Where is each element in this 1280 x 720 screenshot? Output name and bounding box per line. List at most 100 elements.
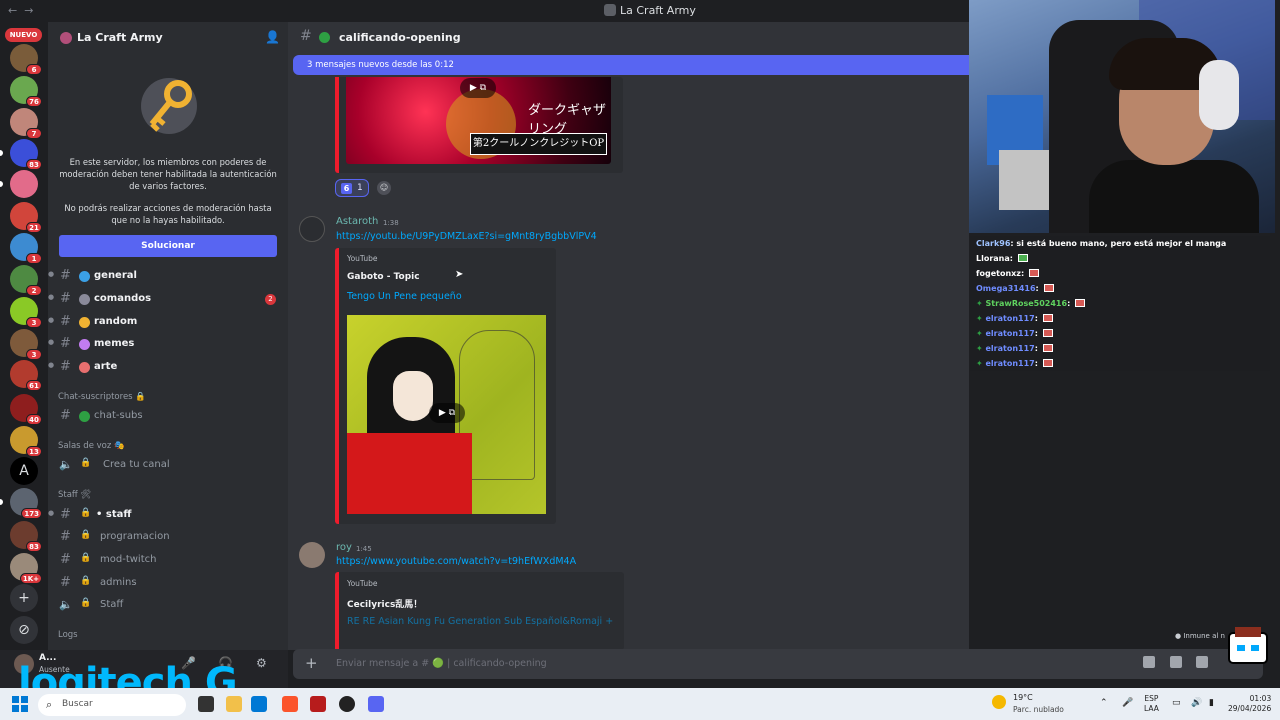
server-icon[interactable]: 83 bbox=[0, 139, 42, 170]
server-icon[interactable]: 1K+ bbox=[10, 553, 42, 584]
new-messages-bar[interactable]: 3 mensajes nuevos desde las 0:12 bbox=[293, 55, 969, 75]
channel-item-general[interactable]: ● # general bbox=[48, 266, 288, 286]
taskbar-clock[interactable]: 01:03 29/04/2026 bbox=[1228, 694, 1271, 714]
message-author[interactable]: Astaroth bbox=[336, 216, 378, 227]
server-icon[interactable]: 61 bbox=[10, 360, 42, 391]
chat-text: : si está bueno mano, pero está mejor el… bbox=[1010, 239, 1227, 248]
channel-item-memes[interactable]: ● # memes bbox=[48, 334, 288, 354]
message-link[interactable]: https://www.youtube.com/watch?v=t9hEfWXd… bbox=[336, 556, 576, 567]
chat-user: elraton117 bbox=[985, 314, 1035, 323]
avatar[interactable] bbox=[299, 216, 325, 242]
channel-item-chat-subs[interactable]: # chat-subs bbox=[48, 406, 288, 426]
webcam-art bbox=[999, 150, 1049, 210]
channel-label: Crea tu canal bbox=[103, 459, 170, 470]
channel-label: mod-twitch bbox=[100, 554, 157, 565]
back-arrow-icon[interactable]: ← → bbox=[8, 4, 33, 17]
gear-icon[interactable]: ⚙ bbox=[256, 656, 267, 670]
avatar[interactable] bbox=[299, 542, 325, 568]
brave-browser-icon[interactable] bbox=[282, 696, 298, 712]
chat-user: elraton117 bbox=[985, 329, 1035, 338]
server-icon[interactable]: 6 bbox=[10, 44, 42, 75]
server-icon[interactable]: A bbox=[10, 457, 38, 485]
server-icon[interactable]: 13 bbox=[10, 426, 42, 457]
obs-icon[interactable] bbox=[339, 696, 355, 712]
embed-provider: YouTube bbox=[347, 579, 378, 588]
solve-button[interactable]: Solucionar bbox=[59, 235, 277, 257]
category-staff[interactable]: Staff 🛠 bbox=[58, 490, 91, 500]
server-icon[interactable]: 83 bbox=[10, 521, 42, 552]
battery-icon[interactable]: ▮ bbox=[1209, 698, 1214, 708]
channel-item-programacion[interactable]: # 🔒 programacion bbox=[48, 527, 288, 547]
bullet-icon: ● bbox=[48, 293, 55, 301]
mention-badge: 13 bbox=[26, 446, 42, 457]
server-icon[interactable]: 173 bbox=[0, 488, 42, 519]
file-explorer-icon[interactable] bbox=[226, 696, 242, 712]
video-thumbnail[interactable]: ダークギャザリング 第2クールノンクレジットOP ▶ ⧉ bbox=[346, 77, 611, 164]
channel-header: # calificando-opening bbox=[288, 22, 969, 54]
server-icon[interactable]: 76 bbox=[10, 76, 42, 107]
embed-author[interactable]: Gaboto - Topic bbox=[347, 272, 420, 282]
add-reaction-icon[interactable]: ☺ bbox=[377, 181, 391, 195]
chevron-up-icon[interactable]: ⌃ bbox=[1100, 698, 1108, 708]
server-icon[interactable]: 40 bbox=[10, 394, 42, 425]
volume-icon[interactable]: 🔊 bbox=[1191, 698, 1202, 708]
invite-icon[interactable]: 👤 bbox=[265, 30, 280, 44]
voice-channel-create[interactable]: 🔈 🔒 Crea tu canal bbox=[48, 455, 288, 475]
windows-start-icon[interactable] bbox=[12, 696, 28, 712]
channel-item-random[interactable]: ● # random bbox=[48, 312, 288, 332]
play-icon[interactable]: ▶ ⧉ bbox=[429, 403, 465, 423]
server-icon[interactable]: 1 bbox=[10, 233, 42, 264]
message-author[interactable]: roy bbox=[336, 542, 352, 553]
server-icon[interactable]: 2 bbox=[10, 265, 42, 296]
channel-emoji-icon bbox=[79, 317, 90, 328]
category-logs[interactable]: Logs bbox=[58, 630, 78, 640]
channel-item-admins[interactable]: # 🔒 admins bbox=[48, 573, 288, 593]
discord-icon[interactable] bbox=[368, 696, 384, 712]
chat-text: : bbox=[1009, 254, 1016, 263]
server-icon[interactable]: 21 bbox=[10, 202, 42, 233]
channel-emoji-icon bbox=[79, 362, 90, 373]
mention-badge: 83 bbox=[26, 541, 42, 552]
add-server-icon[interactable]: + bbox=[10, 584, 38, 612]
channel-item-arte[interactable]: ● # arte bbox=[48, 357, 288, 377]
sticker-icon[interactable] bbox=[1196, 656, 1208, 668]
hash-icon: # bbox=[60, 408, 71, 423]
lock-icon: 🔒 bbox=[80, 508, 92, 518]
channel-item-staff[interactable]: ● # 🔒 • staff bbox=[48, 505, 288, 525]
voice-channel-staff[interactable]: 🔈 🔒 Staff bbox=[48, 595, 288, 615]
message-composer[interactable]: + Enviar mensaje a # 🟢 | calificando-ope… bbox=[293, 649, 1263, 679]
embed-author[interactable]: Cecilyrics乱馬！ bbox=[347, 597, 422, 610]
language-indicator[interactable]: ESP LAA bbox=[1144, 694, 1159, 714]
gift-icon[interactable] bbox=[1143, 656, 1155, 668]
app-icon[interactable] bbox=[310, 696, 326, 712]
network-icon[interactable]: ▭ bbox=[1172, 698, 1181, 708]
play-icon[interactable]: ▶ ⧉ bbox=[460, 78, 496, 98]
channel-item-mod-twitch[interactable]: # 🔒 mod-twitch bbox=[48, 550, 288, 570]
server-header[interactable]: La Craft Army ⌄ 👤 bbox=[48, 22, 288, 54]
category-chat-subs[interactable]: Chat-suscriptores 🔒 bbox=[58, 392, 146, 402]
embed-title[interactable]: Tengo Un Pene pequeño bbox=[347, 291, 462, 302]
server-icon[interactable]: 7 bbox=[10, 108, 42, 139]
attach-plus-icon[interactable]: + bbox=[305, 654, 318, 672]
channel-label: • staff bbox=[96, 509, 132, 520]
gif-icon[interactable] bbox=[1170, 656, 1182, 668]
store-icon[interactable] bbox=[251, 696, 267, 712]
search-placeholder: Buscar bbox=[62, 699, 93, 709]
channel-item-comandos[interactable]: ● # comandos 2 bbox=[48, 289, 288, 309]
message-input[interactable]: Enviar mensaje a # 🟢 | calificando-openi… bbox=[336, 658, 547, 669]
hash-icon: # bbox=[60, 359, 71, 374]
server-icon[interactable]: 3 bbox=[10, 297, 42, 328]
microphone-icon[interactable]: 🎤 bbox=[1122, 698, 1133, 708]
embed-title[interactable]: RE RE Asian Kung Fu Generation Sub Españ… bbox=[347, 616, 613, 627]
discover-icon[interactable]: ⊘ bbox=[10, 616, 38, 644]
chat-user: elraton117 bbox=[985, 359, 1035, 368]
reaction-button[interactable]: 6 1 bbox=[335, 179, 369, 197]
message-link[interactable]: https://youtu.be/U9PyDMZLaxE?si=gMnt8ryB… bbox=[336, 231, 597, 242]
server-icon[interactable]: 3 bbox=[10, 329, 42, 360]
youtube-embed: YouTube Cecilyrics乱馬！ RE RE Asian Kung F… bbox=[335, 572, 624, 650]
video-thumbnail[interactable]: ▶ ⧉ bbox=[347, 315, 546, 514]
server-icon[interactable] bbox=[0, 170, 38, 198]
taskbar-search[interactable]: ⌕ Buscar bbox=[38, 694, 186, 716]
task-view-icon[interactable] bbox=[198, 696, 214, 712]
category-voice[interactable]: Salas de voz 🎭 bbox=[58, 441, 125, 451]
